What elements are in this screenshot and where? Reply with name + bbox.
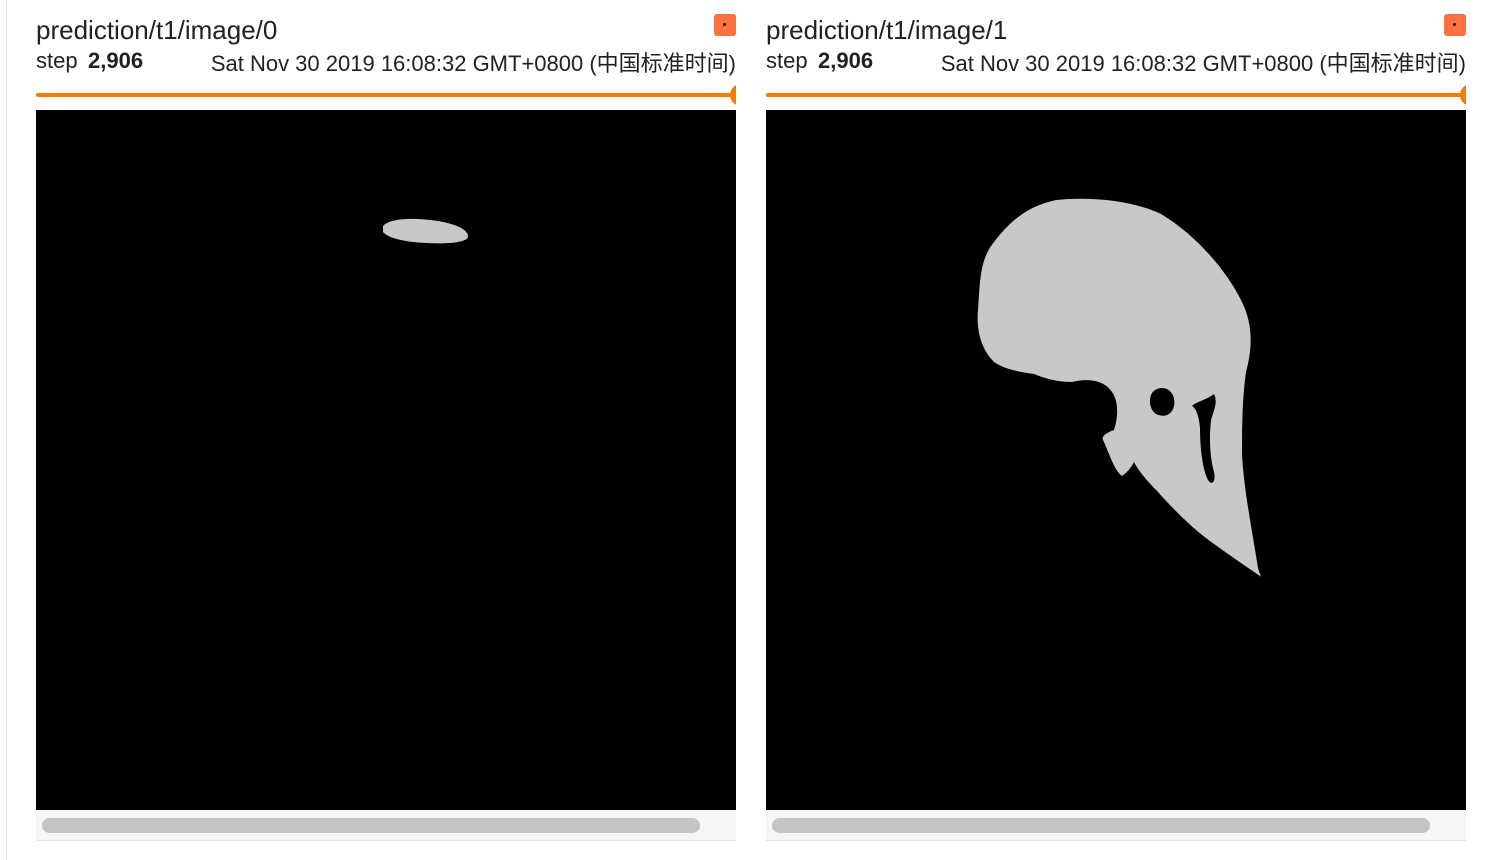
expand-button[interactable] (1444, 14, 1466, 36)
slider-track (36, 93, 736, 97)
step-label: step (36, 48, 78, 73)
step-value: 2,906 (818, 48, 874, 73)
timestamp: Sat Nov 30 2019 16:08:32 GMT+0800 (中国标准时… (210, 51, 736, 76)
slider-thumb[interactable] (1460, 84, 1466, 106)
prediction-image (766, 110, 1466, 810)
left-border (6, 0, 7, 860)
step-info: step 2,906 Sat Nov 30 2019 16:08:32 GMT+… (766, 46, 1466, 78)
card-title: prediction/t1/image/1 (766, 15, 1008, 45)
card-title: prediction/t1/image/0 (36, 15, 278, 45)
timestamp: Sat Nov 30 2019 16:08:32 GMT+0800 (中国标准时… (940, 51, 1466, 76)
image-card: prediction/t1/image/1 step 2,906 Sat Nov… (766, 0, 1466, 860)
segmentation-mask (766, 110, 1466, 810)
slider-clip (36, 84, 736, 108)
slider-clip (766, 84, 1466, 108)
slider-track (766, 93, 1466, 97)
expand-icon (1453, 23, 1456, 26)
prediction-image (36, 110, 736, 810)
step-label: step (766, 48, 808, 73)
segmentation-mask (36, 110, 736, 810)
horizontal-scrollbar[interactable] (766, 810, 1466, 841)
horizontal-scrollbar[interactable] (36, 810, 736, 841)
scrollbar-thumb[interactable] (772, 818, 1430, 833)
step-value: 2,906 (88, 48, 144, 73)
slider-thumb[interactable] (730, 84, 736, 106)
step-info: step 2,906 Sat Nov 30 2019 16:08:32 GMT+… (36, 46, 736, 78)
scrollbar-thumb[interactable] (42, 818, 700, 833)
step-slider[interactable] (36, 84, 736, 108)
expand-button[interactable] (714, 14, 736, 36)
step-slider[interactable] (766, 84, 1466, 108)
expand-icon (723, 23, 726, 26)
image-card: prediction/t1/image/0 step 2,906 Sat Nov… (36, 0, 736, 860)
